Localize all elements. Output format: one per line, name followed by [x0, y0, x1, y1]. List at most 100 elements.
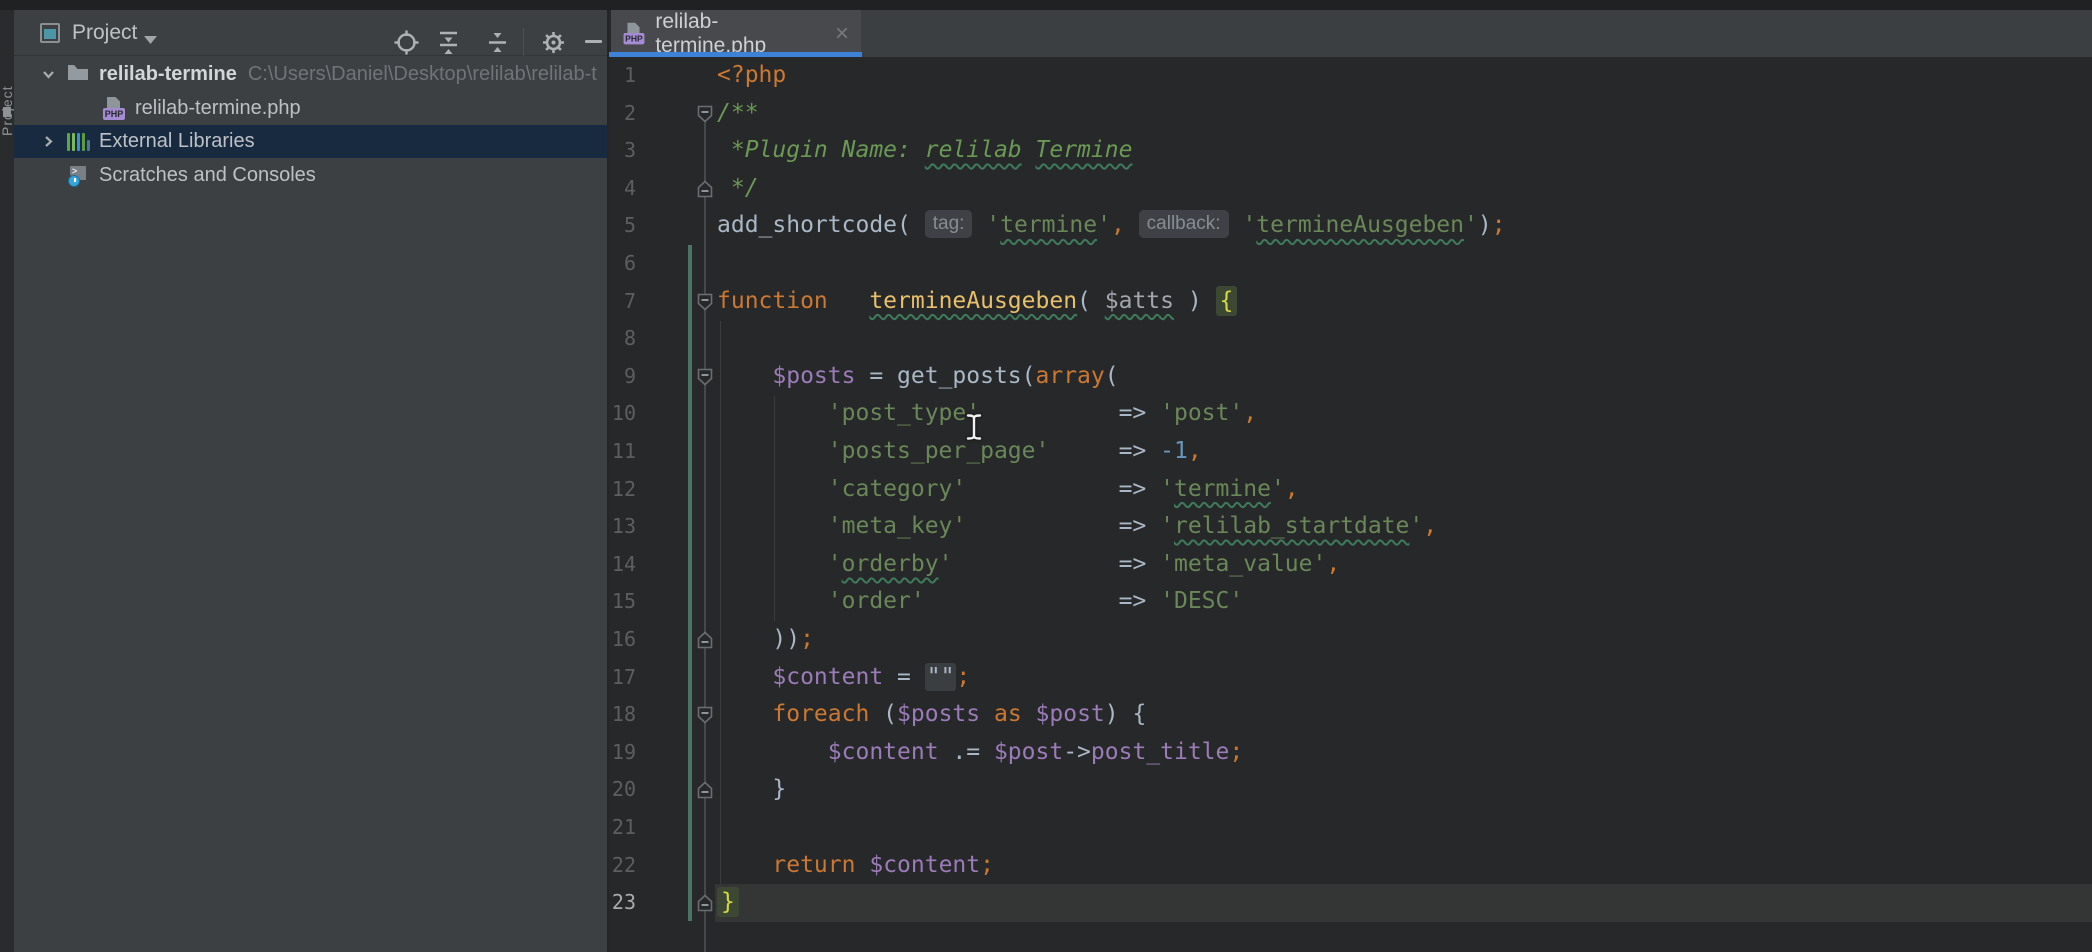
- project-view-icon: [40, 23, 60, 43]
- code-text: foreach ($posts as $post) {: [717, 696, 1146, 734]
- fold-marker-end[interactable]: [697, 781, 713, 804]
- code-text: }: [717, 884, 739, 922]
- code-editor[interactable]: 1<?php2/**3 *Plugin Name: relilab Termin…: [611, 57, 2092, 952]
- line-number: 21: [611, 809, 636, 847]
- code-line-22[interactable]: 22 return $content;: [611, 847, 2092, 885]
- code-line-6[interactable]: 6: [611, 245, 2092, 283]
- code-line-5[interactable]: 5 add_shortcode( tag: 'termine', callback…: [611, 207, 2092, 245]
- tree-item-relilab-termine-php[interactable]: PHP relilab-termine.php: [14, 92, 607, 125]
- code-line-3[interactable]: 3 *Plugin Name: relilab Termine: [611, 132, 2092, 170]
- folder-icon: [67, 63, 89, 86]
- fold-marker-end[interactable]: [697, 180, 713, 203]
- tab-label: relilab-termine.php: [655, 10, 824, 58]
- code-line-21[interactable]: 21: [611, 809, 2092, 847]
- code-line-11[interactable]: 11 'posts_per_page' => -1,: [611, 433, 2092, 471]
- tree-item-path: C:\Users\Daniel\Desktop\relilab\relilab-…: [248, 63, 597, 86]
- code-text: */: [717, 170, 759, 208]
- code-line-20[interactable]: 20 }: [611, 771, 2092, 809]
- code-text: $content = "";: [717, 659, 970, 697]
- line-number: 4: [611, 170, 636, 208]
- hide-panel-icon[interactable]: [585, 40, 602, 43]
- toolbar-separator: [523, 28, 524, 56]
- code-text: ));: [717, 621, 814, 659]
- line-number: 11: [611, 433, 636, 471]
- fold-marker-start[interactable]: [697, 293, 713, 316]
- php-file-icon: PHP: [624, 23, 644, 45]
- settings-gear-icon[interactable]: [540, 29, 567, 56]
- line-number: 20: [611, 771, 636, 809]
- fold-marker-end[interactable]: [697, 894, 713, 917]
- collapse-all-icon[interactable]: [484, 29, 511, 56]
- tool-window-bar: Project: [0, 10, 14, 952]
- tree-item-external-libraries[interactable]: External Libraries: [14, 125, 607, 158]
- line-number: 17: [611, 659, 636, 697]
- project-panel: Project: [14, 10, 609, 952]
- php-file-icon: PHP: [103, 97, 125, 120]
- parameter-inlay-hint: tag:: [925, 210, 973, 238]
- chevron-down-icon[interactable]: [41, 67, 56, 82]
- code-text: }: [717, 771, 786, 809]
- line-number: 9: [611, 358, 636, 396]
- code-line-7[interactable]: 7function termineAusgeben( $atts ) {: [611, 283, 2092, 321]
- code-text: function termineAusgeben( $atts ) {: [717, 283, 1237, 321]
- line-number: 15: [611, 583, 636, 621]
- line-number: 18: [611, 696, 636, 734]
- expand-all-icon[interactable]: [435, 29, 462, 56]
- chevron-down-icon[interactable]: [144, 36, 157, 44]
- code-line-23[interactable]: 23}: [611, 884, 2092, 922]
- line-number: 23: [611, 884, 636, 922]
- line-number: 1: [611, 57, 636, 95]
- code-line-14[interactable]: 14 'orderby' => 'meta_value',: [611, 546, 2092, 584]
- tab-close-icon[interactable]: ×: [835, 24, 849, 44]
- editor-tab-bar: PHP relilab-termine.php ×: [611, 10, 2092, 57]
- fold-marker-end[interactable]: [697, 631, 713, 654]
- code-line-1[interactable]: 1<?php: [611, 57, 2092, 95]
- tree-item-label: relilab-termine: [99, 63, 237, 86]
- project-panel-title[interactable]: Project: [72, 21, 137, 45]
- code-text: $posts = get_posts(array(: [717, 358, 1119, 396]
- window-top-strip: [0, 0, 2092, 10]
- code-text: *Plugin Name: relilab Termine: [717, 132, 1132, 170]
- editor-tab-relilab-termine[interactable]: PHP relilab-termine.php ×: [611, 10, 861, 57]
- code-line-17[interactable]: 17 $content = "";: [611, 659, 2092, 697]
- code-line-10[interactable]: 10 'post_type' => 'post',: [611, 395, 2092, 433]
- code-line-19[interactable]: 19 $content .= $post->post_title;: [611, 734, 2092, 772]
- code-line-18[interactable]: 18 foreach ($posts as $post) {: [611, 696, 2092, 734]
- line-number: 8: [611, 320, 636, 358]
- code-line-12[interactable]: 12 'category' => 'termine',: [611, 471, 2092, 509]
- code-line-9[interactable]: 9 $posts = get_posts(array(: [611, 358, 2092, 396]
- code-text: add_shortcode( tag: 'termine', callback:…: [717, 207, 1506, 245]
- line-number: 22: [611, 847, 636, 885]
- code-text: return $content;: [717, 847, 994, 885]
- tool-window-stripe-icon[interactable]: [3, 107, 11, 117]
- line-number: 2: [611, 95, 636, 133]
- code-line-15[interactable]: 15 'order' => 'DESC': [611, 583, 2092, 621]
- code-text: 'posts_per_page' => -1,: [717, 433, 1202, 471]
- code-line-4[interactable]: 4 */: [611, 170, 2092, 208]
- fold-marker-start[interactable]: [697, 706, 713, 729]
- code-text: 'post_type' => 'post',: [717, 395, 1257, 433]
- tree-item-relilab-termine[interactable]: relilab-termine C:\Users\Daniel\Desktop\r…: [14, 58, 607, 91]
- line-number: 19: [611, 734, 636, 772]
- locate-file-icon[interactable]: [393, 29, 420, 56]
- tool-window-bar-project-label[interactable]: Project: [0, 26, 15, 136]
- line-number: 5: [611, 207, 636, 245]
- fold-marker-start[interactable]: [697, 368, 713, 391]
- ide-window: Project Project: [0, 0, 2092, 952]
- code-line-16[interactable]: 16 ));: [611, 621, 2092, 659]
- line-number: 16: [611, 621, 636, 659]
- tree-item-label: relilab-termine.php: [135, 97, 301, 120]
- project-tree: relilab-termine C:\Users\Daniel\Desktop\r…: [14, 57, 607, 951]
- tree-item-scratches-and-consoles[interactable]: >Scratches and Consoles: [14, 159, 607, 192]
- project-panel-header: Project: [14, 10, 607, 56]
- code-text: 'order' => 'DESC': [717, 583, 1243, 621]
- tree-item-label: Scratches and Consoles: [99, 164, 316, 187]
- external-libraries-icon: [67, 133, 90, 151]
- code-text: 'orderby' => 'meta_value',: [717, 546, 1340, 584]
- fold-marker-start[interactable]: [697, 105, 713, 128]
- code-line-8[interactable]: 8: [611, 320, 2092, 358]
- line-number: 6: [611, 245, 636, 283]
- chevron-right-icon[interactable]: [41, 134, 56, 149]
- code-line-2[interactable]: 2/**: [611, 95, 2092, 133]
- code-line-13[interactable]: 13 'meta_key' => 'relilab_startdate',: [611, 508, 2092, 546]
